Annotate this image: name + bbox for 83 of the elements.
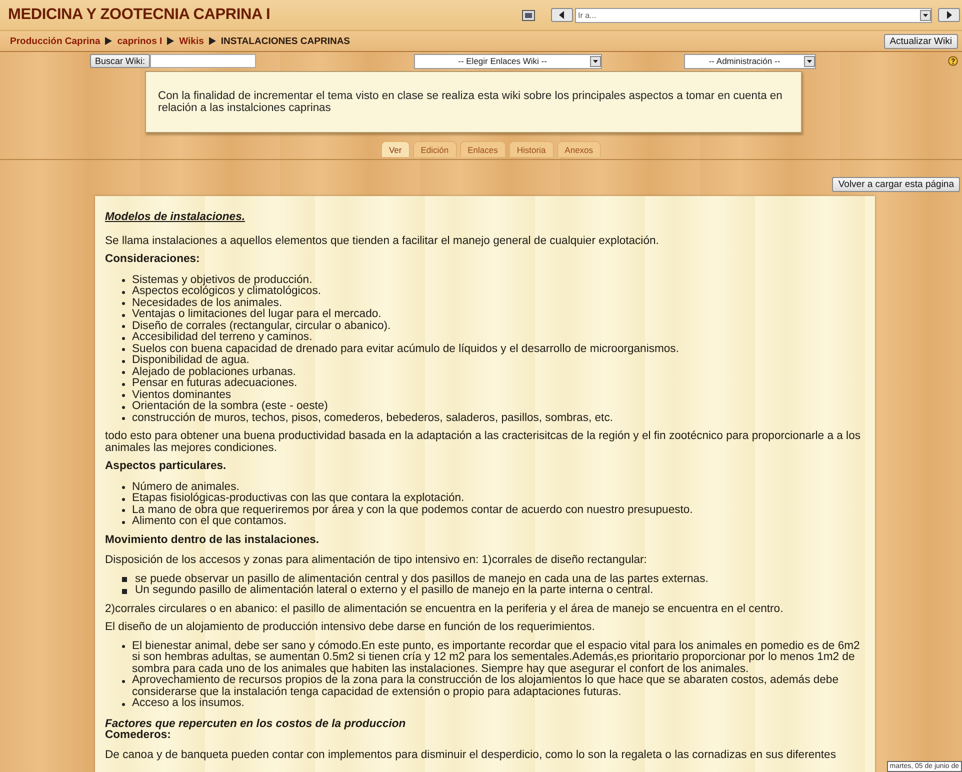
left-triangle-icon xyxy=(558,11,566,19)
bullet-icon xyxy=(122,371,125,374)
paragraph: De canoa y de banqueta pueden contar con implementos para disminuir el desperdicio, como lo son la regaleta o las cornadizas en sus diferentes xyxy=(105,750,837,761)
list-item: Ventajas o limitaciones del lugar para el mercado. xyxy=(132,309,382,320)
help-icon[interactable] xyxy=(948,56,958,66)
bullet-icon xyxy=(122,520,125,524)
bullet-icon xyxy=(122,498,125,500)
breadcrumb-link[interactable]: Wikis xyxy=(179,36,204,46)
section-title: Modelos de instalaciones. xyxy=(105,212,246,224)
jump-to-select[interactable]: Ir a... xyxy=(575,8,932,22)
section-heading: Consideraciones: xyxy=(105,254,201,266)
breadcrumb-arrow-icon xyxy=(167,37,174,45)
bullet-icon xyxy=(122,314,125,316)
tab[interactable]: Ver xyxy=(380,141,410,157)
paragraph: todo esto para obtener una buena productividad basada en la adaptación a las cracterisitcas de la región y el fin zootécnico para proporcionarle a a los animales las mejores condiciones. xyxy=(105,431,862,454)
section-subtitle: Factores que repercuten en los costos de la produccion xyxy=(105,718,407,730)
list-item: La mano de obra que requeriremos por área y con la que podemos contar de acuerdo con nuestro presupuesto. xyxy=(132,504,694,516)
list-item: Sistemas y objetivos de producción. xyxy=(132,274,314,286)
tab[interactable]: Enlaces xyxy=(460,141,506,157)
breadcrumb-link[interactable]: Producción Caprina xyxy=(10,36,100,46)
square-bullet-icon xyxy=(122,577,127,582)
list-item: Aspectos ecológicos y climatológicos. xyxy=(132,286,322,298)
bullet-icon xyxy=(122,382,125,386)
bullet-icon xyxy=(122,290,125,294)
wiki-links-select[interactable]: -- Elegir Enlaces Wiki -- xyxy=(414,54,602,68)
list-item: Pensar en futuras adecuaciones. xyxy=(132,378,298,390)
list-item: Orientación de la sombra (este - oeste) xyxy=(132,401,329,412)
tab[interactable]: Historia xyxy=(508,141,554,157)
list-item: Número de animales. xyxy=(132,482,240,492)
list-item: Necesidades de los animales. xyxy=(132,298,284,308)
section-heading: Comederos: xyxy=(105,730,171,742)
search-wiki-button[interactable]: Buscar Wiki: xyxy=(90,54,150,68)
bullet-icon xyxy=(122,360,125,362)
bullet-icon xyxy=(122,302,125,305)
list-item: Alejado de poblaciones urbanas. xyxy=(132,366,297,378)
bullet-icon xyxy=(122,394,125,397)
list-item: Etapas fisiológicas-productivas con las que contara la explotación. xyxy=(132,493,466,504)
bullet-icon xyxy=(122,509,125,512)
course-title: MEDICINA Y ZOOTECNIA CAPRINA I xyxy=(8,6,270,24)
section-heading: Aspectos particulares. xyxy=(105,461,228,472)
bullet-icon xyxy=(122,336,125,340)
list-item: El bienestar animal, debe ser sano y cómodo.En este punto, es importante recordar que el espacio vital para los animales en pomedio es de 6m2 si son hembras adultas, se aumentan 0.5m2 si tienen cría y 12 m2 para los sementales.Además,es prioritario proporcionar por lo menos 1m2 de sombra para cada uno de los animales que habiten las instalaciones. Siempre hay que asegurar el confort de los animales. xyxy=(132,640,861,674)
reload-page-button[interactable]: Volver a cargar esta página xyxy=(832,177,960,192)
list-item: Accesibilidad del terreno y caminos. xyxy=(132,332,314,344)
bullet-icon xyxy=(122,325,125,328)
list-item: Acceso a los insumos. xyxy=(132,698,246,710)
list-item: Aprovechamiento de recursos propios de la zona para la construcción de los alojamientos lo que hace que se abaraten costos, además debe considerarse que la instalación tenga capacidad de extensión o propio para adaptaciones futuras. xyxy=(132,675,840,698)
search-field[interactable] xyxy=(150,54,256,68)
bullet-icon xyxy=(122,348,125,351)
right-triangle-icon xyxy=(945,11,953,19)
square-bullet-icon xyxy=(122,588,127,594)
window-icon[interactable] xyxy=(522,10,535,20)
list-item: Alimento con el que contamos. xyxy=(132,516,286,528)
bullet-icon xyxy=(122,702,125,706)
list-item: se puede observar un pasillo de alimentación central y dos pasillos de manejo en cada una de las partes externas. xyxy=(135,574,710,584)
bullet-icon xyxy=(122,417,125,420)
section-heading: Movimiento dentro de las instalaciones. xyxy=(105,534,320,546)
bullet-icon xyxy=(122,486,125,489)
update-wiki-button[interactable]: Actualizar Wiki xyxy=(884,34,958,48)
list-item: Un segundo pasillo de alimentación lateral o externo y el pasillo de manejo en la parte interna o central. xyxy=(135,585,654,596)
bullet-icon xyxy=(122,680,125,682)
breadcrumb-arrow-icon xyxy=(105,37,112,45)
administration-select[interactable]: -- Administración -- xyxy=(684,54,816,68)
list-item: Diseño de corrales (rectangular, circular o abanico). xyxy=(132,320,392,332)
previous-button[interactable] xyxy=(551,8,573,22)
next-button[interactable] xyxy=(938,8,960,22)
paragraph: El diseño de un alojamiento de producción intensivo debe darse en función de los requerimientos. xyxy=(105,622,596,634)
list-item: Vientos dominantes xyxy=(132,390,232,400)
list-item: construcción de muros, techos, pisos, comederos, bebederos, saladeros, pasillos, sombras, etc. xyxy=(132,412,614,424)
tab[interactable]: Anexos xyxy=(556,141,602,157)
tab[interactable]: Edición xyxy=(412,141,457,157)
breadcrumb-current-page: INSTALACIONES CAPRINAS xyxy=(220,36,350,46)
paragraph: 2)corrales circulares o en abanico: el pasillo de alimentación se encuentra en la periferia y el área de manejo se encuentra en el centro. xyxy=(105,604,784,615)
bullet-icon xyxy=(122,645,125,648)
list-item: Suelos con buena capacidad de drenado para evitar acúmulo de líquidos y el desarrollo de microorganismos. xyxy=(132,344,680,354)
paragraph: Disposición de los accesos y zonas para alimentación de tipo intensivo en: 1)corrales de diseño rectangular: xyxy=(105,555,648,566)
list-item: Disponibilidad de agua. xyxy=(132,355,250,366)
paragraph: Se llama instalaciones a aquellos elementos que tienden a facilitar el manejo general de cualquier explotación. xyxy=(105,236,660,247)
summary-text: Con la finalidad de incrementar el tema visto en clase se realiza esta wiki sobre los principales aspectos a tomar en cuenta en relación a las instalciones caprinas xyxy=(158,90,784,114)
breadcrumb-link[interactable]: caprinos I xyxy=(117,36,162,46)
bullet-icon xyxy=(122,406,125,408)
bullet-icon xyxy=(122,279,125,282)
breadcrumb-arrow-icon xyxy=(208,37,216,45)
